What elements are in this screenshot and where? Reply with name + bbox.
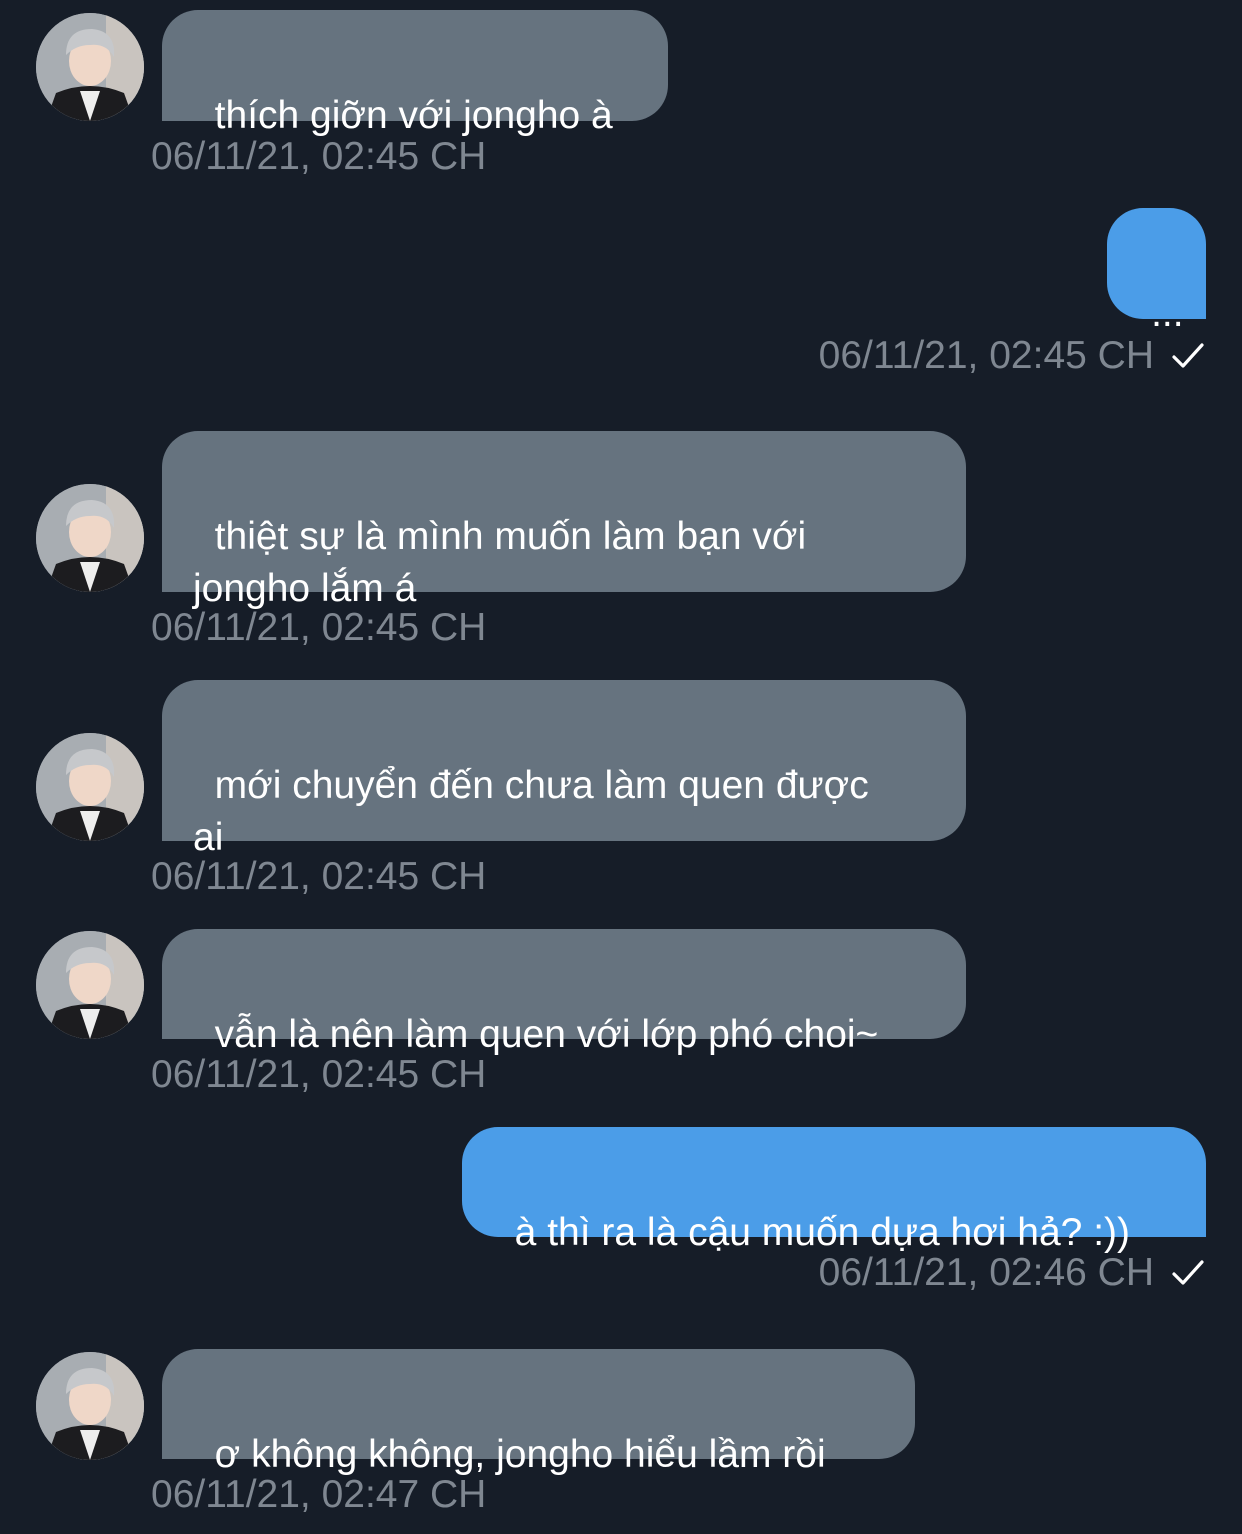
incoming-message-bubble[interactable]: thiệt sự là mình muốn làm bạn với jongho…	[162, 431, 966, 610]
incoming-message-bubble[interactable]: mới chuyển đến chưa làm quen được ai	[162, 680, 966, 859]
outgoing-message-bubble[interactable]: à thì ra là cậu muốn dựa hơi hả? :))	[462, 1127, 1206, 1254]
avatar[interactable]	[36, 931, 144, 1039]
avatar-photo	[36, 931, 144, 1039]
avatar-photo	[36, 13, 144, 121]
incoming-message-bubble[interactable]: vẫn là nên làm quen với lớp phó choi~	[162, 929, 966, 1056]
message-text: vẫn là nên làm quen với lớp phó choi~	[214, 1013, 879, 1056]
message-text: thích giỡn với jongho à	[214, 94, 613, 137]
avatar[interactable]	[36, 13, 144, 121]
avatar-photo	[36, 733, 144, 841]
message-timestamp: 06/11/21, 02:45 CH	[151, 1053, 487, 1096]
message-text: thiệt sự là mình muốn làm bạn với jongho…	[193, 515, 807, 610]
avatar[interactable]	[36, 733, 144, 841]
message-text: ơ không không, jongho hiểu lầm rồi	[214, 1433, 826, 1476]
outgoing-message-bubble[interactable]: ...	[1107, 208, 1206, 335]
message-timestamp: 06/11/21, 02:45 CH	[819, 334, 1206, 378]
message-timestamp: 06/11/21, 02:45 CH	[151, 606, 487, 649]
incoming-message-bubble[interactable]: ơ không không, jongho hiểu lầm rồi	[162, 1349, 915, 1476]
message-timestamp: 06/11/21, 02:45 CH	[151, 855, 487, 898]
checkmark-icon	[1172, 1260, 1204, 1285]
message-text: mới chuyển đến chưa làm quen được ai	[193, 764, 869, 859]
avatar[interactable]	[36, 484, 144, 592]
incoming-message-bubble[interactable]: thích giỡn với jongho à	[162, 10, 668, 137]
message-text: ...	[1151, 292, 1184, 335]
message-timestamp: 06/11/21, 02:46 CH	[819, 1251, 1206, 1295]
avatar[interactable]	[36, 1352, 144, 1460]
checkmark-icon	[1172, 343, 1204, 368]
avatar-photo	[36, 484, 144, 592]
message-timestamp: 06/11/21, 02:47 CH	[151, 1473, 487, 1516]
avatar-photo	[36, 1352, 144, 1460]
message-text: à thì ra là cậu muốn dựa hơi hả? :))	[514, 1211, 1131, 1254]
message-timestamp: 06/11/21, 02:45 CH	[151, 135, 487, 178]
